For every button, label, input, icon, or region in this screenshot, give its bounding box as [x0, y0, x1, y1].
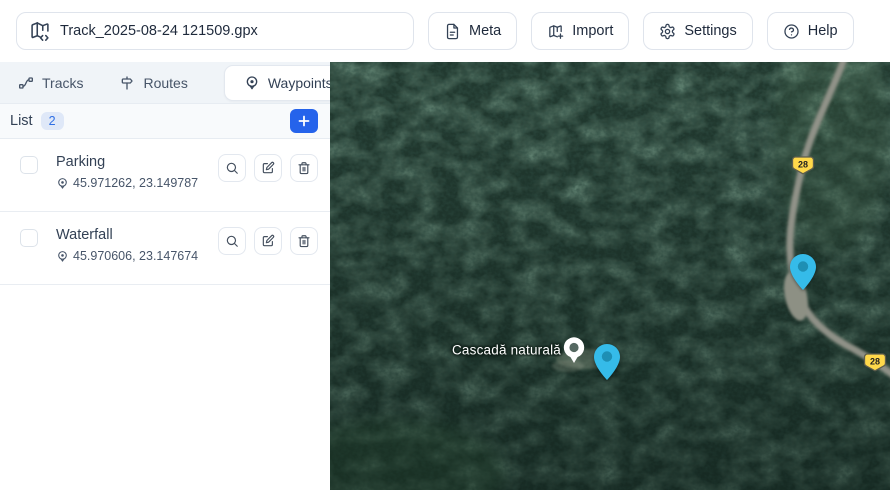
svg-text:28: 28	[798, 159, 808, 169]
delete-waypoint-button[interactable]	[290, 227, 318, 255]
settings-button[interactable]: Settings	[643, 12, 753, 50]
delete-waypoint-button[interactable]	[290, 154, 318, 182]
waypoint-coordinates: 45.971262, 23.149787	[56, 176, 198, 190]
import-button[interactable]: Import	[531, 12, 630, 50]
tab-routes[interactable]: Routes	[119, 74, 188, 91]
pin-icon	[58, 250, 67, 262]
edit-waypoint-button[interactable]	[254, 227, 282, 255]
settings-button-label: Settings	[684, 23, 737, 39]
waypoint-checkbox[interactable]	[20, 229, 38, 247]
tab-routes-label: Routes	[143, 74, 188, 91]
sidebar-tabbar: Tracks Routes Waypoints	[0, 62, 353, 104]
gear-icon	[660, 23, 675, 39]
plus-icon	[298, 115, 310, 127]
waypoint-list: Parking 45.971262, 23.149787 Waterfall 4…	[0, 139, 330, 285]
waypoint-name: Parking	[56, 154, 106, 170]
poi-marker[interactable]	[562, 336, 586, 366]
search-icon	[226, 235, 238, 247]
waypoint-info: Parking 45.971262, 23.149787	[56, 154, 198, 190]
trash-icon	[298, 235, 310, 248]
signpost-icon	[122, 75, 134, 90]
pin-icon	[58, 177, 67, 189]
waypoint-actions	[218, 154, 318, 182]
coords-text: 45.971262, 23.149787	[73, 176, 199, 190]
map-plus-icon	[549, 24, 564, 39]
tab-tracks-label: Tracks	[42, 74, 84, 91]
help-button-label: Help	[807, 23, 838, 39]
header-bar: Meta Import Settings	[0, 0, 890, 62]
spline-icon	[19, 76, 33, 89]
waypoint-count-badge: 2	[40, 112, 64, 130]
filename-box[interactable]	[16, 12, 414, 50]
waypoint-name: Waterfall	[56, 227, 113, 243]
zoom-to-waypoint-button[interactable]	[218, 154, 246, 182]
waypoint-list-header: List 2	[0, 104, 330, 139]
tab-waypoints-label: Waypoints	[267, 74, 333, 91]
meta-button[interactable]: Meta	[428, 12, 518, 50]
search-icon	[226, 162, 238, 174]
trash-icon	[298, 162, 310, 175]
gpx-editor-app: Meta Import Settings	[0, 0, 890, 490]
filename-input[interactable]	[60, 23, 401, 39]
edit-waypoint-button[interactable]	[254, 154, 282, 182]
map-canvas[interactable]: 28 28 Cascadă naturală	[330, 62, 890, 490]
poi-label: Cascadă naturală	[451, 342, 561, 358]
waypoint-coordinates: 45.970606, 23.147674	[56, 249, 198, 263]
help-circle-icon	[784, 23, 799, 39]
map-code-logo-icon	[31, 22, 49, 41]
sidebar-empty-area	[0, 285, 330, 490]
file-icon	[446, 23, 459, 39]
waypoint-actions	[218, 227, 318, 255]
waypoint-row-waterfall[interactable]: Waterfall 45.970606, 23.147674	[0, 212, 330, 285]
pencil-icon	[262, 234, 275, 247]
waypoint-checkbox[interactable]	[20, 156, 38, 174]
road-shield-28-top: 28	[791, 156, 815, 175]
list-label: List	[10, 113, 33, 129]
circle-dot-pin-icon	[246, 75, 258, 89]
add-waypoint-button[interactable]	[290, 109, 318, 133]
header-buttons: Meta Import Settings Help	[428, 12, 854, 50]
waypoint-pin-parking[interactable]	[790, 254, 816, 290]
road-shield-28-bottom: 28	[863, 353, 887, 372]
coords-text: 45.970606, 23.147674	[73, 249, 199, 263]
waypoint-pin-waterfall[interactable]	[594, 344, 620, 380]
waypoint-row-parking[interactable]: Parking 45.971262, 23.149787	[0, 139, 330, 212]
waypoint-info: Waterfall 45.970606, 23.147674	[56, 227, 198, 263]
tab-tracks[interactable]: Tracks	[18, 75, 83, 91]
svg-text:28: 28	[870, 356, 880, 366]
meta-button-label: Meta	[469, 23, 502, 39]
import-button-label: Import	[572, 23, 614, 39]
zoom-to-waypoint-button[interactable]	[218, 227, 246, 255]
pencil-icon	[262, 161, 275, 174]
help-button[interactable]: Help	[766, 12, 854, 50]
